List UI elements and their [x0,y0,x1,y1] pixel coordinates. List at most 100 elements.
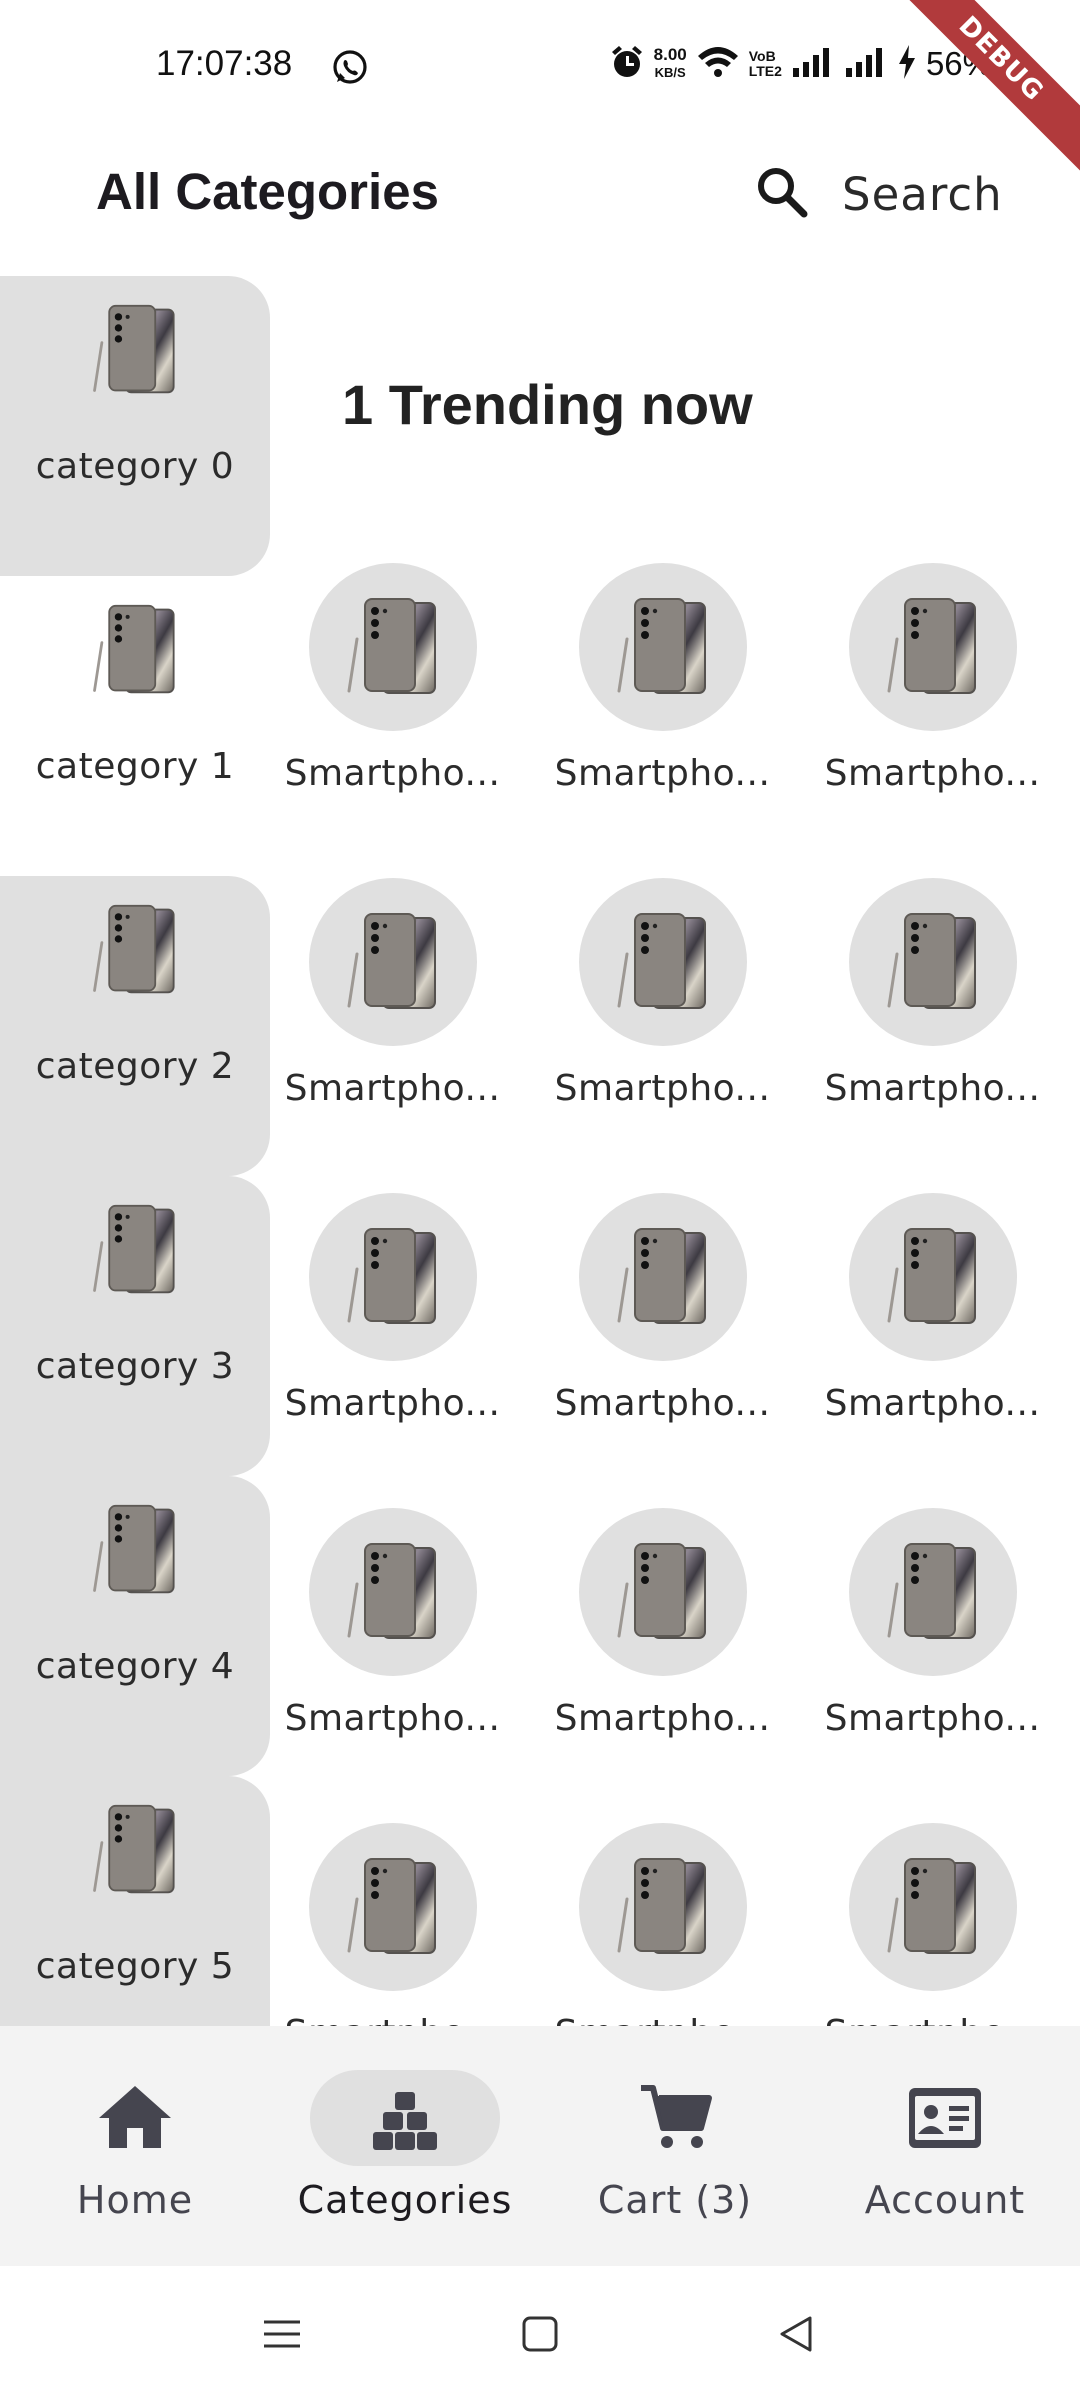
category-thumbnail [89,1802,181,1898]
whatsapp-icon [330,47,370,87]
sidebar-item-category-2[interactable]: category 2 [0,876,270,1176]
categories-icon [373,2092,437,2150]
net-speed-unit: KB/S [654,65,686,80]
product-image [578,1823,747,1991]
signal-icon [791,46,835,83]
nav-label: Home [76,2178,194,2222]
sidebar-item-category-4[interactable]: category 4 [0,1476,270,1776]
status-icons: 8.00 KB/S VoB LTE2 56% [609,44,992,84]
nav-label: Categories [297,2178,513,2222]
product-image [848,1823,1017,1991]
cart-icon [641,2085,712,2148]
product-image [308,878,477,1046]
product-card[interactable]: Smartpho... [810,878,1055,1178]
volte-top: VoB [748,48,776,64]
volte-bottom: LTE2 [748,63,782,79]
product-name: Smartpho... [824,1383,1041,1424]
category-label: category 4 [35,1646,235,1687]
section-title: 1 Trending now [342,373,753,436]
category-label: category 2 [35,1046,235,1087]
product-card[interactable]: Smartpho... [540,1193,785,1493]
category-label: category 5 [35,1946,235,1987]
nav-categories[interactable]: Categories [270,2026,540,2266]
search-icon [752,162,812,226]
product-image [578,878,747,1046]
category-label: category 3 [35,1346,235,1387]
sidebar-item-category-3[interactable]: category 3 [0,1176,270,1476]
product-image [308,1193,477,1361]
category-thumbnail [89,1202,181,1298]
product-card[interactable]: Smartpho... [270,878,515,1178]
product-image [848,563,1017,731]
product-name: Smartpho... [824,753,1041,794]
category-label: category 0 [35,446,235,487]
nav-cart[interactable]: Cart (3) [540,2026,810,2266]
sidebar-item-category-5[interactable]: category 5 [0,1776,270,2026]
product-card[interactable]: Smartpho... [540,878,785,1178]
product-card[interactable]: Smartpho... [540,1508,785,1808]
category-thumbnail [89,602,181,698]
bottom-navigation: Home Categories Cart (3) Account [0,2026,1080,2266]
product-card[interactable]: Smartpho... [540,1823,785,2026]
signal-icon [844,46,888,83]
product-card[interactable]: Smartpho... [810,1193,1055,1493]
alarm-icon [609,44,645,85]
nav-account[interactable]: Account [810,2026,1080,2266]
product-name: Smartpho... [554,1068,771,1109]
product-card[interactable]: Smartpho... [270,1508,515,1808]
app-bar: All Categories Search [0,140,1080,250]
product-name: Smartpho... [270,2013,515,2026]
nav-indicator [310,2070,500,2166]
back-icon[interactable] [772,2310,820,2358]
sidebar-item-category-1[interactable]: category 1 [0,576,270,876]
home-icon [99,2086,171,2148]
product-image [578,1193,747,1361]
product-name: Smartpho... [810,2013,1055,2026]
status-bar: 17:07:38 8.00 KB/S VoB LTE2 56% [0,0,1080,130]
nav-label: Cart (3) [597,2178,753,2222]
product-card[interactable]: Smartpho... [810,1823,1055,2026]
category-content: 1 Trending now Smartpho... Smartpho... Sma… [270,276,1080,2026]
product-name: Smartpho... [284,1068,501,1109]
product-name: Smartpho... [284,1698,501,1739]
product-card[interactable]: Smartpho... [270,1193,515,1493]
product-image [308,1823,477,1991]
category-thumbnail [89,1502,181,1598]
product-image [848,1508,1017,1676]
page-title: All Categories [96,163,439,220]
status-time: 17:07:38 [156,44,293,83]
nav-indicator [850,2070,1040,2166]
product-card[interactable]: Smartpho... [540,563,785,863]
search-button[interactable]: Search [752,154,1002,234]
product-image [578,563,747,731]
search-label: Search [842,167,1003,221]
product-name: Smartpho... [554,753,771,794]
product-card[interactable]: Smartpho... [810,563,1055,863]
product-name: Smartpho... [824,1068,1041,1109]
sidebar-item-category-0[interactable]: category 0 [0,276,270,576]
category-sidebar: category 0 category 1 category 2 categor… [0,276,270,2026]
product-image [578,1508,747,1676]
nav-indicator [580,2070,770,2166]
home-system-icon[interactable] [516,2310,564,2358]
product-name: Smartpho... [554,1383,771,1424]
charging-icon [897,44,917,85]
nav-indicator [40,2070,230,2166]
volte-badge: VoB LTE2 [749,49,782,79]
nav-home[interactable]: Home [0,2026,270,2266]
recent-apps-icon[interactable] [258,2310,306,2358]
product-card[interactable]: Smartpho... [810,1508,1055,1808]
system-navigation-bar [0,2266,1080,2400]
category-thumbnail [89,302,181,398]
product-image [848,1193,1017,1361]
product-image [848,878,1017,1046]
product-name: Smartpho... [284,753,501,794]
product-image [308,1508,477,1676]
wifi-icon [696,44,740,85]
net-speed-value: 8.00 [653,45,687,64]
product-card[interactable]: Smartpho... [270,563,515,863]
product-name: Smartpho... [284,1383,501,1424]
product-name: Smartpho... [540,2013,785,2026]
product-name: Smartpho... [554,1698,771,1739]
product-card[interactable]: Smartpho... [270,1823,515,2026]
